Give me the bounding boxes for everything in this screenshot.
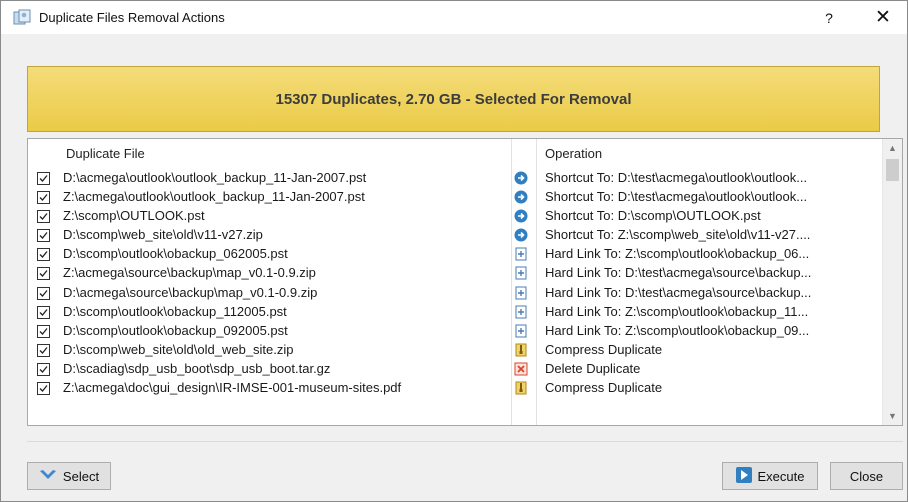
hardlink-icon [514, 305, 528, 319]
play-icon [735, 466, 752, 486]
hardlink-icon [514, 247, 528, 261]
hardlink-icon [514, 324, 528, 338]
select-button[interactable]: Select [27, 462, 111, 490]
duplicate-file-path: Z:\acmega\source\backup\map_v0.1-0.9.zip [63, 265, 316, 281]
operation-text: Hard Link To: Z:\scomp\outlook\obackup_0… [545, 246, 810, 262]
shortcut-icon [514, 228, 528, 242]
operation-text: Hard Link To: D:\test\acmega\source\back… [545, 265, 812, 281]
table-row[interactable]: D:\scomp\outlook\obackup_062005.pst Hard … [28, 245, 884, 264]
table-row[interactable]: D:\scomp\web_site\old\v11-v27.zip Shortcu… [28, 226, 884, 245]
scroll-up-arrow-icon[interactable]: ▲ [883, 139, 902, 157]
row-checkbox[interactable] [37, 362, 50, 376]
table-rows: D:\acmega\outlook\outlook_backup_11-Jan-… [28, 169, 884, 398]
row-checkbox[interactable] [37, 267, 50, 281]
duplicate-file-path: D:\scomp\outlook\obackup_092005.pst [63, 322, 288, 338]
table-row[interactable]: Z:\scomp\OUTLOOK.pst Shortcut To: D:\scom… [28, 207, 884, 226]
duplicate-file-path: D:\scomp\web_site\old\old_web_site.zip [63, 341, 294, 357]
duplicate-file-path: D:\scomp\outlook\obackup_112005.pst [63, 303, 287, 319]
table-row[interactable]: Z:\acmega\source\backup\map_v0.1-0.9.zip… [28, 264, 884, 283]
window-title: Duplicate Files Removal Actions [39, 10, 225, 25]
row-checkbox[interactable] [37, 324, 50, 338]
select-label: Select [62, 468, 100, 484]
app-icon [13, 9, 31, 26]
duplicate-file-path: Z:\scomp\OUTLOOK.pst [63, 208, 205, 224]
operation-text: Hard Link To: D:\test\acmega\source\back… [545, 284, 812, 300]
duplicate-file-path: Z:\acmega\doc\gui_design\IR-IMSE-001-mus… [63, 380, 402, 396]
duplicate-file-path: Z:\acmega\outlook\outlook_backup_11-Jan-… [63, 189, 365, 205]
row-checkbox[interactable] [37, 305, 50, 319]
table-row[interactable]: D:\scadiag\sdp_usb_boot\sdp_usb_boot.tar… [28, 360, 884, 379]
hardlink-icon [514, 286, 528, 300]
vertical-scrollbar[interactable]: ▲ ▼ [882, 139, 902, 425]
operation-text: Compress Duplicate [545, 380, 663, 396]
execute-button[interactable]: Execute [722, 462, 818, 490]
operation-text: Shortcut To: D:\scomp\OUTLOOK.pst [545, 208, 761, 224]
duplicate-file-path: D:\scomp\outlook\obackup_062005.pst [63, 246, 288, 262]
operation-text: Shortcut To: D:\test\acmega\outlook\outl… [545, 170, 808, 185]
row-checkbox[interactable] [37, 248, 50, 262]
operation-text: Compress Duplicate [545, 341, 663, 357]
operation-text: Hard Link To: Z:\scomp\outlook\obackup_1… [545, 303, 809, 319]
row-checkbox[interactable] [37, 286, 50, 300]
shortcut-icon [514, 190, 528, 204]
hardlink-icon [514, 266, 528, 280]
scrollbar-thumb[interactable] [886, 159, 899, 181]
row-checkbox[interactable] [37, 343, 50, 357]
duplicate-file-path: D:\scadiag\sdp_usb_boot\sdp_usb_boot.tar… [63, 360, 331, 376]
close-label: Close [849, 468, 884, 484]
duplicate-file-path: D:\acmega\outlook\outlook_backup_11-Jan-… [63, 170, 367, 185]
execute-label: Execute [757, 468, 805, 484]
shortcut-icon [514, 209, 528, 223]
scroll-down-arrow-icon[interactable]: ▼ [883, 407, 902, 425]
table-row[interactable]: D:\scomp\web_site\old\old_web_site.zip Co… [28, 341, 884, 360]
compress-icon [514, 381, 528, 395]
column-header-file[interactable]: Duplicate File [66, 139, 145, 169]
table-row[interactable]: D:\acmega\source\backup\map_v0.1-0.9.zip… [28, 284, 884, 303]
operation-text: Shortcut To: D:\test\acmega\outlook\outl… [545, 189, 808, 205]
title-bar: Duplicate Files Removal Actions ? ✕ [1, 1, 907, 34]
duplicate-file-path: D:\acmega\source\backup\map_v0.1-0.9.zip [63, 284, 318, 300]
help-button[interactable]: ? [811, 5, 847, 31]
row-checkbox[interactable] [37, 382, 50, 396]
duplicates-table: Duplicate File Operation D:\acmega\outlo… [27, 138, 903, 426]
table-row[interactable]: D:\scomp\outlook\obackup_092005.pst Hard … [28, 322, 884, 341]
summary-banner: 15307 Duplicates, 2.70 GB - Selected For… [27, 66, 880, 132]
shortcut-icon [514, 171, 528, 185]
column-header-operation[interactable]: Operation [545, 139, 602, 169]
row-checkbox[interactable] [37, 191, 50, 205]
duplicate-file-path: D:\scomp\web_site\old\v11-v27.zip [63, 227, 263, 243]
close-button[interactable]: Close [830, 462, 903, 490]
row-checkbox[interactable] [37, 229, 50, 243]
summary-text: 15307 Duplicates, 2.70 GB - Selected For… [275, 90, 632, 108]
table-row[interactable]: D:\scomp\outlook\obackup_112005.pst Hard … [28, 303, 884, 322]
row-checkbox[interactable] [37, 172, 50, 185]
delete-icon [514, 362, 528, 376]
table-row[interactable]: Z:\acmega\doc\gui_design\IR-IMSE-001-mus… [28, 379, 884, 398]
divider [27, 441, 903, 442]
window-close-button[interactable]: ✕ [861, 5, 905, 31]
operation-text: Delete Duplicate [545, 360, 641, 376]
table-row[interactable]: Z:\acmega\outlook\outlook_backup_11-Jan-… [28, 188, 884, 207]
operation-text: Hard Link To: Z:\scomp\outlook\obackup_0… [545, 322, 810, 338]
chevron-down-icon [39, 469, 57, 484]
table-row[interactable]: D:\acmega\outlook\outlook_backup_11-Jan-… [28, 169, 884, 188]
operation-text: Shortcut To: Z:\scomp\web_site\old\v11-v… [545, 227, 811, 243]
dialog-window: Duplicate Files Removal Actions ? ✕ 1530… [0, 0, 908, 502]
compress-icon [514, 343, 528, 357]
row-checkbox[interactable] [37, 210, 50, 224]
